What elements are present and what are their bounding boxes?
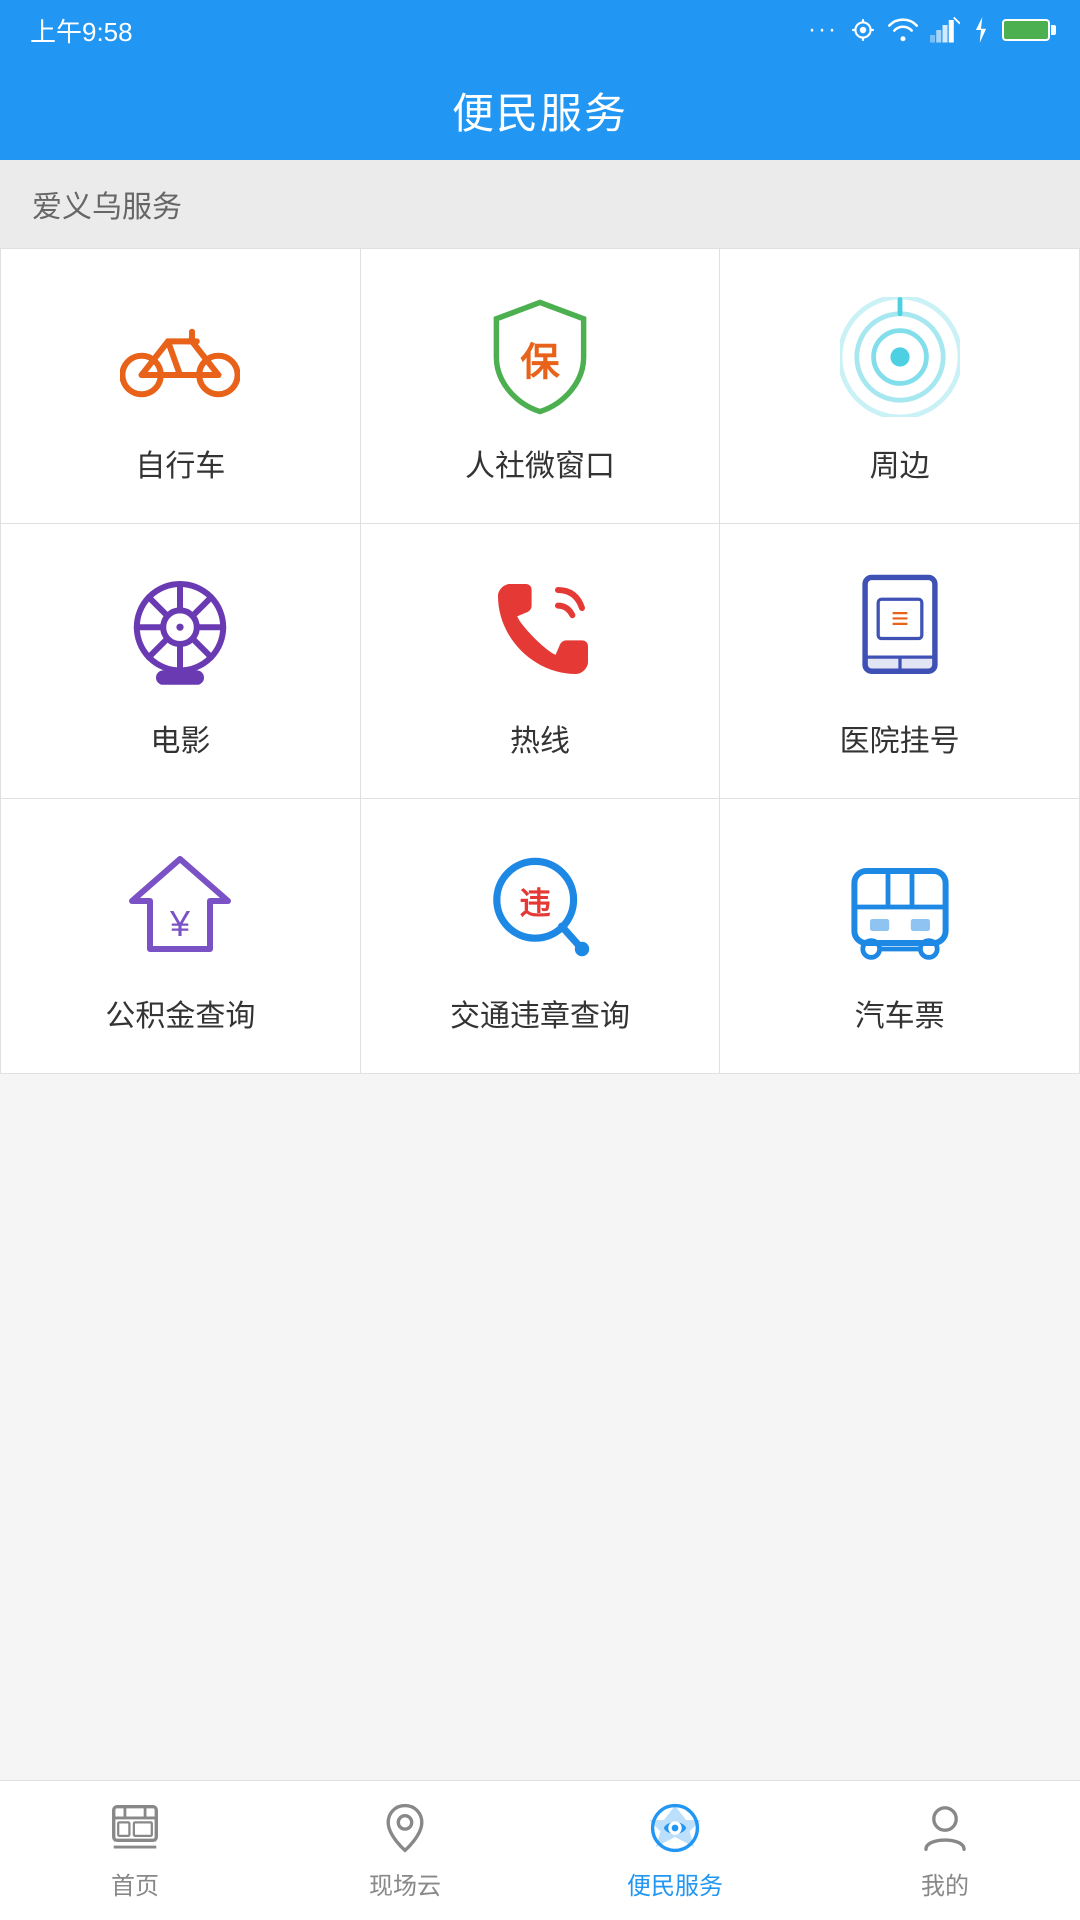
svg-text:≡: ≡ [891,602,909,636]
bottom-nav: 首页 现场云 便民服务 我的 [0,1780,1080,1920]
nav-item-home[interactable]: 首页 [0,1784,270,1917]
shield-icon: 保 [480,297,600,417]
section-label: 爱义乌服务 [0,160,1080,248]
home-nav-icon [107,1800,163,1856]
grid-item-bicycle[interactable]: 自行车 [1,249,361,524]
nav-item-scene[interactable]: 现场云 [270,1784,540,1917]
phone-icon [480,572,600,692]
gps-icon [850,17,876,43]
wifi-icon [888,17,918,43]
svg-text:违: 违 [520,886,551,921]
hospital-icon: ≡ [840,572,960,692]
page-title: 便民服务 [452,80,628,141]
grid-item-nearby[interactable]: 周边 [720,249,1080,524]
location-nav-icon [377,1800,433,1856]
nearby-icon [840,297,960,417]
grid-item-bus-ticket[interactable]: 汽车票 [720,799,1080,1074]
nav-item-service[interactable]: 便民服务 [540,1784,810,1917]
person-nav-icon [917,1800,973,1856]
bus-icon [840,847,960,967]
hospital-label: 医院挂号 [840,716,960,760]
film-icon [120,572,240,692]
social-insurance-label: 人社微窗口 [465,441,615,485]
violation-label: 交通违章查询 [450,991,630,1035]
grid-item-hospital[interactable]: ≡ 医院挂号 [720,524,1080,799]
signal-dots-icon: ··· [808,16,838,44]
status-bar: 上午9:58 ··· [0,0,1080,60]
signal-icon [930,17,960,43]
svg-text:¥: ¥ [169,903,191,944]
grid-item-hotline[interactable]: 热线 [361,524,721,799]
status-time: 上午9:58 [30,12,133,49]
nav-item-mine[interactable]: 我的 [810,1784,1080,1917]
grid-item-social-insurance[interactable]: 保 人社微窗口 [361,249,721,524]
provident-label: 公积金查询 [105,991,255,1035]
service-grid: 自行车 保 人社微窗口 周边 [0,248,1080,1074]
charging-icon [972,17,990,43]
bus-ticket-label: 汽车票 [855,991,945,1035]
status-icons: ··· [808,16,1050,44]
bicycle-icon [120,297,240,417]
scene-nav-label: 现场云 [369,1866,441,1901]
home-nav-label: 首页 [111,1866,159,1901]
grid-item-movie[interactable]: 电影 [1,524,361,799]
grid-item-provident[interactable]: ¥ 公积金查询 [1,799,361,1074]
battery-icon [1002,19,1050,41]
mine-nav-label: 我的 [921,1866,969,1901]
hotline-label: 热线 [510,716,570,760]
service-nav-label: 便民服务 [627,1866,723,1901]
violation-icon: 违 [480,847,600,967]
house-yen-icon: ¥ [120,847,240,967]
page-header: 便民服务 [0,60,1080,160]
service-nav-icon [647,1800,703,1856]
grid-item-violation[interactable]: 违 交通违章查询 [361,799,721,1074]
nearby-label: 周边 [870,441,930,485]
svg-text:保: 保 [520,341,560,385]
bicycle-label: 自行车 [135,441,225,485]
movie-label: 电影 [150,716,210,760]
